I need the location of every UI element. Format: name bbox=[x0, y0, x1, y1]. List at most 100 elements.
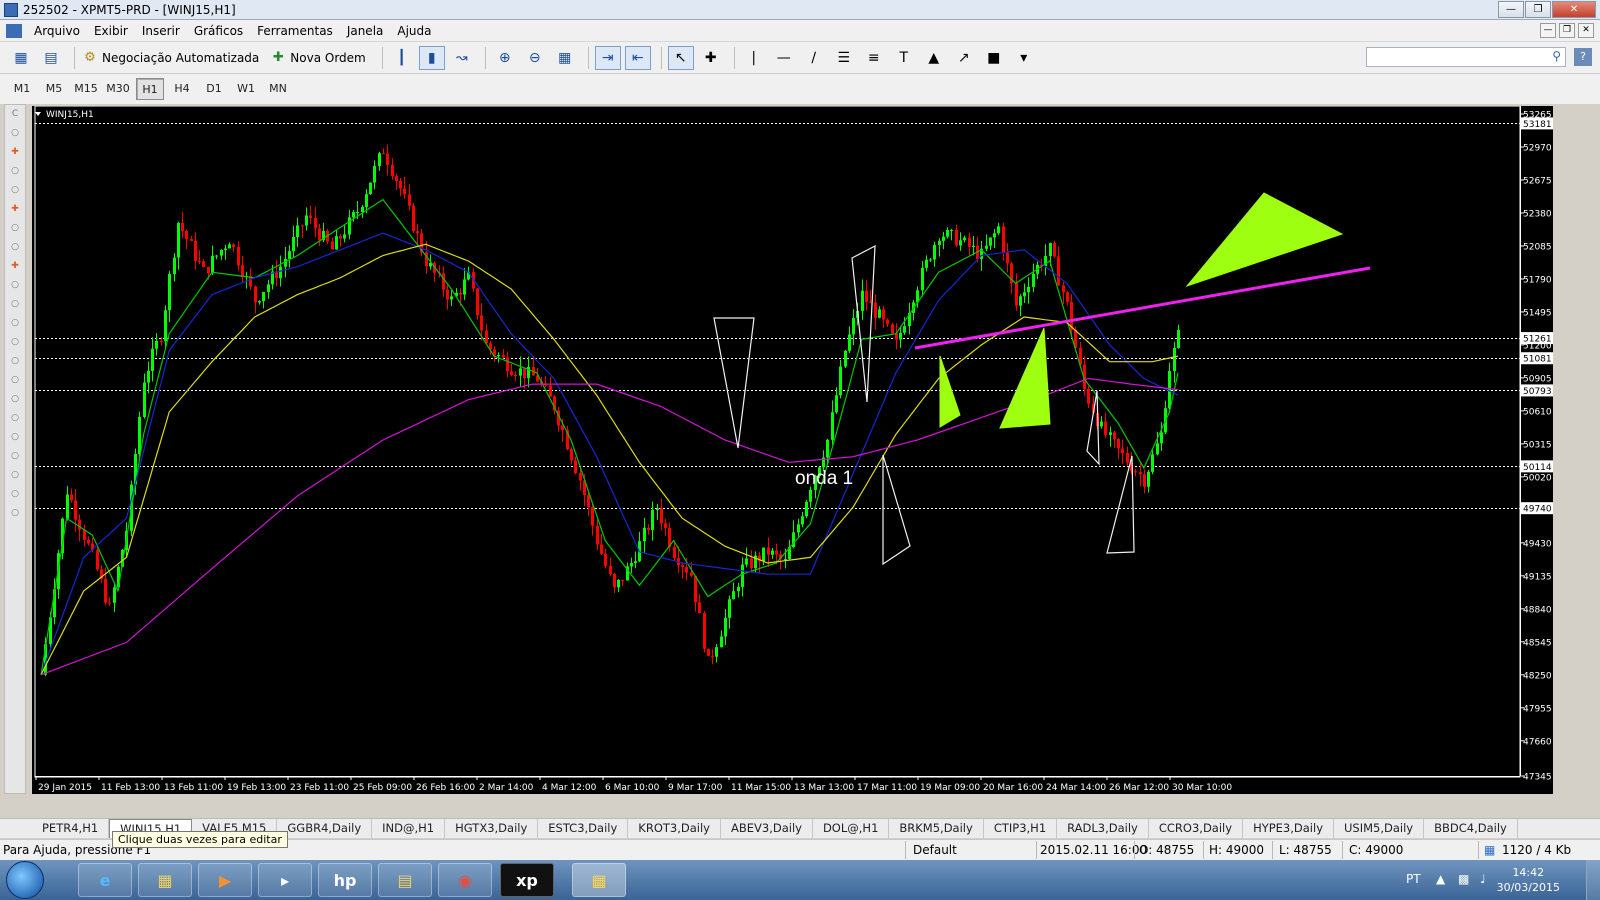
strip-icon[interactable]: ○ bbox=[5, 371, 25, 390]
strip-icon[interactable]: ○ bbox=[5, 314, 25, 333]
tray-expand-icon[interactable]: ▲ bbox=[1436, 872, 1445, 886]
child-minimize-button[interactable]: — bbox=[1540, 23, 1556, 38]
timeframe-h1[interactable]: H1 bbox=[136, 78, 164, 100]
moving-average-line[interactable] bbox=[40, 243, 1179, 676]
chrome-icon[interactable]: ◉ bbox=[438, 863, 492, 897]
fibonacci-icon[interactable]: ≡ bbox=[861, 46, 887, 70]
strip-icon[interactable]: ✚ bbox=[5, 143, 25, 162]
menu-ferramentas[interactable]: Ferramentas bbox=[251, 24, 341, 38]
timeframe-d1[interactable]: D1 bbox=[200, 78, 228, 100]
strip-icon[interactable]: ○ bbox=[5, 124, 25, 143]
timeframe-w1[interactable]: W1 bbox=[232, 78, 260, 100]
tab-hype3[interactable]: HYPE3,Daily bbox=[1243, 819, 1335, 838]
timeframe-m5[interactable]: M5 bbox=[40, 78, 68, 100]
strip-icon[interactable]: ○ bbox=[5, 238, 25, 257]
timeframe-mn[interactable]: MN bbox=[264, 78, 292, 100]
language-indicator[interactable]: PT bbox=[1406, 872, 1421, 886]
tab-brkm5[interactable]: BRKM5,Daily bbox=[889, 819, 984, 838]
candlestick-chart-icon[interactable]: ▮ bbox=[418, 45, 445, 70]
green-triangle-1[interactable] bbox=[939, 355, 961, 428]
start-button[interactable] bbox=[6, 861, 44, 899]
tab-krot3[interactable]: KROT3,Daily bbox=[628, 819, 721, 838]
strip-icon[interactable]: ○ bbox=[5, 295, 25, 314]
white-triangle-5[interactable] bbox=[1106, 455, 1135, 554]
chart-canvas[interactable]: onda 1 532655297052675523805208551790514… bbox=[32, 106, 1553, 794]
help-icon[interactable]: ? bbox=[1574, 48, 1592, 66]
menu-arquivo[interactable]: Arquivo bbox=[28, 24, 88, 38]
channel-icon[interactable]: ☰ bbox=[831, 46, 857, 70]
search-input[interactable]: ⚲ bbox=[1366, 47, 1566, 67]
white-triangle-3[interactable] bbox=[882, 454, 911, 566]
strip-icon[interactable]: ○ bbox=[5, 447, 25, 466]
strip-icon[interactable]: ○ bbox=[5, 333, 25, 352]
trendline-icon[interactable]: ∕ bbox=[801, 46, 827, 70]
green-triangle-2[interactable] bbox=[999, 327, 1051, 429]
moving-average-line[interactable] bbox=[40, 232, 1179, 676]
text-icon[interactable]: T bbox=[891, 46, 917, 70]
tab-ctip3[interactable]: CTIP3,H1 bbox=[984, 819, 1058, 838]
chart-menu-arrow-icon[interactable] bbox=[35, 112, 41, 116]
timeframe-h4[interactable]: H4 bbox=[168, 78, 196, 100]
tab-ggbr4[interactable]: GGBR4,Daily bbox=[277, 819, 373, 838]
strip-icon[interactable]: ○ bbox=[5, 181, 25, 200]
menu-graficos[interactable]: Gráficos bbox=[188, 24, 251, 38]
hp-icon[interactable]: hp bbox=[318, 863, 372, 897]
menu-exibir[interactable]: Exibir bbox=[88, 24, 136, 38]
triangle-icon[interactable]: ▲ bbox=[921, 46, 947, 70]
tab-petr4[interactable]: PETR4,H1 bbox=[32, 819, 110, 838]
strip-icon[interactable]: ○ bbox=[5, 276, 25, 295]
strip-icon[interactable]: ○ bbox=[5, 466, 25, 485]
menu-ajuda[interactable]: Ajuda bbox=[391, 24, 439, 38]
child-close-button[interactable]: ✕ bbox=[1578, 23, 1594, 38]
child-restore-button[interactable]: ❐ bbox=[1559, 23, 1575, 38]
strip-icon[interactable]: ○ bbox=[5, 162, 25, 181]
chart-shift-icon[interactable]: ⇤ bbox=[624, 45, 651, 70]
strip-icon[interactable]: ○ bbox=[5, 352, 25, 371]
white-triangle-1[interactable] bbox=[713, 317, 755, 449]
strip-icon[interactable]: ○ bbox=[5, 428, 25, 447]
line-chart-icon[interactable]: ↝ bbox=[449, 46, 475, 70]
cursor-icon[interactable]: ↖ bbox=[667, 45, 694, 70]
rectangle-icon[interactable]: ■ bbox=[981, 46, 1007, 70]
show-desktop-button[interactable] bbox=[1586, 860, 1600, 900]
menu-inserir[interactable]: Inserir bbox=[136, 24, 188, 38]
network-icon[interactable]: ▩ bbox=[1458, 872, 1469, 886]
chart-window-icon[interactable] bbox=[6, 23, 22, 38]
tab-ind[interactable]: IND@,H1 bbox=[372, 819, 446, 838]
strip-icon[interactable]: ○ bbox=[5, 390, 25, 409]
tab-abev3[interactable]: ABEV3,Daily bbox=[721, 819, 813, 838]
strip-icon[interactable]: ✚ bbox=[5, 257, 25, 276]
vertical-line-icon[interactable]: | bbox=[741, 46, 767, 70]
strip-icon[interactable]: C bbox=[5, 105, 25, 124]
green-triangle-3[interactable] bbox=[1185, 192, 1344, 288]
zoom-in-icon[interactable]: ⊕ bbox=[492, 46, 518, 70]
profiles-icon[interactable]: ▤ bbox=[38, 46, 64, 70]
price-chart[interactable]: onda 1 53265 52970 52675 52380 52085 51790 514… bbox=[32, 106, 1553, 794]
tab-hgtx3[interactable]: HGTX3,Daily bbox=[445, 819, 539, 838]
auto-trading-button[interactable]: ⚙ Negociação Automatizada bbox=[81, 49, 259, 67]
files-app-icon[interactable]: ▤ bbox=[378, 863, 432, 897]
tab-estc3[interactable]: ESTC3,Daily bbox=[538, 819, 629, 838]
timeframe-m15[interactable]: M15 bbox=[72, 78, 100, 100]
shapes-menu-icon[interactable]: ▾ bbox=[1011, 46, 1037, 70]
new-chart-icon[interactable]: ▦ bbox=[8, 46, 34, 70]
menu-janela[interactable]: Janela bbox=[341, 24, 392, 38]
minimize-button[interactable]: — bbox=[1498, 1, 1524, 18]
tab-bbdc4[interactable]: BBDC4,Daily bbox=[1424, 819, 1518, 838]
zoom-out-icon[interactable]: ⊖ bbox=[522, 46, 548, 70]
magenta-trendline[interactable] bbox=[914, 266, 1371, 350]
media-player-icon[interactable]: ▶ bbox=[198, 863, 252, 897]
tab-usim5[interactable]: USIM5,Daily bbox=[1334, 819, 1425, 838]
arrow-tool-icon[interactable]: ↗ bbox=[951, 46, 977, 70]
system-clock[interactable]: 14:42 30/03/2015 bbox=[1497, 865, 1560, 895]
crosshair-icon[interactable]: ✚ bbox=[698, 46, 724, 70]
timeframe-m30[interactable]: M30 bbox=[104, 78, 132, 100]
strip-icon[interactable]: ○ bbox=[5, 504, 25, 523]
xp-app-icon[interactable]: xp bbox=[500, 863, 554, 897]
strip-icon[interactable]: ○ bbox=[5, 219, 25, 238]
bar-chart-icon[interactable]: ┃ bbox=[389, 46, 415, 70]
tab-ccro3[interactable]: CCRO3,Daily bbox=[1149, 819, 1244, 838]
new-order-button[interactable]: ✚ Nova Ordem bbox=[269, 49, 366, 67]
app-icon-blue[interactable]: ▸ bbox=[258, 863, 312, 897]
timeframe-m1[interactable]: M1 bbox=[8, 78, 36, 100]
